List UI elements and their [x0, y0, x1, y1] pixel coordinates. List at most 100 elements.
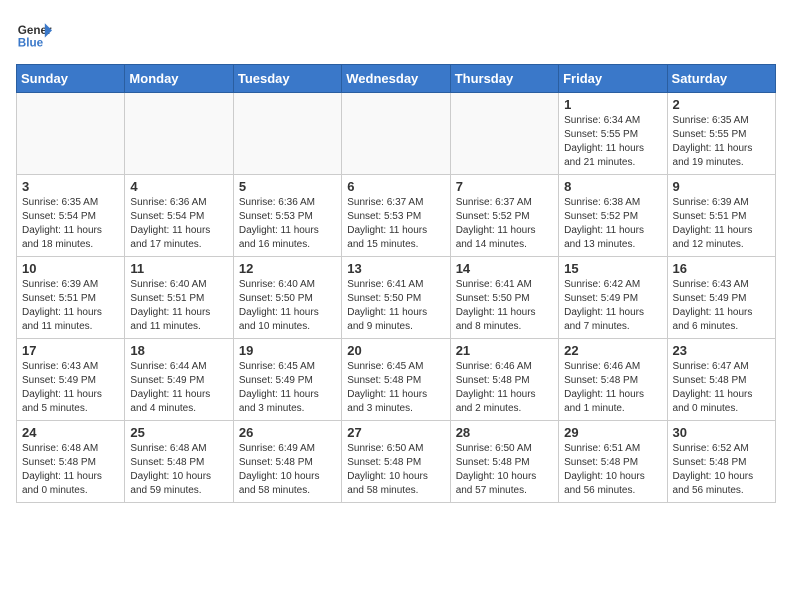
day-info: Sunrise: 6:39 AM Sunset: 5:51 PM Dayligh…: [22, 278, 119, 334]
weekday-header-monday: Monday: [125, 65, 233, 93]
calendar-cell: 30 Sunrise: 6:52 AM Sunset: 5:48 PM Dayli…: [667, 421, 775, 503]
day-number: 9: [673, 179, 770, 194]
day-info: Sunrise: 6:43 AM Sunset: 5:49 PM Dayligh…: [673, 278, 770, 334]
day-number: 19: [239, 343, 336, 358]
calendar-cell: 1Sunrise: 6:34 AM Sunset: 5:55 PM Daylig…: [559, 93, 667, 175]
calendar-cell: 20 Sunrise: 6:45 AM Sunset: 5:48 PM Dayli…: [342, 339, 450, 421]
day-number: 17: [22, 343, 119, 358]
day-info: Sunrise: 6:45 AM Sunset: 5:48 PM Dayligh…: [347, 360, 444, 416]
day-number: 21: [456, 343, 553, 358]
calendar-cell: 19 Sunrise: 6:45 AM Sunset: 5:49 PM Dayli…: [233, 339, 341, 421]
weekday-header-saturday: Saturday: [667, 65, 775, 93]
calendar-cell: 12 Sunrise: 6:40 AM Sunset: 5:50 PM Dayli…: [233, 257, 341, 339]
day-info: Sunrise: 6:50 AM Sunset: 5:48 PM Dayligh…: [456, 442, 553, 498]
day-number: 8: [564, 179, 661, 194]
day-number: 13: [347, 261, 444, 276]
calendar-cell: 29 Sunrise: 6:51 AM Sunset: 5:48 PM Dayli…: [559, 421, 667, 503]
day-info: Sunrise: 6:49 AM Sunset: 5:48 PM Dayligh…: [239, 442, 336, 498]
day-info: Sunrise: 6:41 AM Sunset: 5:50 PM Dayligh…: [347, 278, 444, 334]
day-number: 10: [22, 261, 119, 276]
calendar-cell: 16 Sunrise: 6:43 AM Sunset: 5:49 PM Dayli…: [667, 257, 775, 339]
calendar-cell: [17, 93, 125, 175]
calendar-cell: 11Sunrise: 6:40 AM Sunset: 5:51 PM Dayli…: [125, 257, 233, 339]
logo: General Blue: [16, 16, 52, 52]
day-info: Sunrise: 6:39 AM Sunset: 5:51 PM Dayligh…: [673, 196, 770, 252]
day-number: 20: [347, 343, 444, 358]
day-info: Sunrise: 6:48 AM Sunset: 5:48 PM Dayligh…: [22, 442, 119, 498]
weekday-header-wednesday: Wednesday: [342, 65, 450, 93]
calendar-cell: 13 Sunrise: 6:41 AM Sunset: 5:50 PM Dayli…: [342, 257, 450, 339]
calendar-week-3: 10 Sunrise: 6:39 AM Sunset: 5:51 PM Dayli…: [17, 257, 776, 339]
day-number: 6: [347, 179, 444, 194]
day-info: Sunrise: 6:40 AM Sunset: 5:50 PM Dayligh…: [239, 278, 336, 334]
day-number: 5: [239, 179, 336, 194]
day-info: Sunrise: 6:51 AM Sunset: 5:48 PM Dayligh…: [564, 442, 661, 498]
calendar-cell: 17 Sunrise: 6:43 AM Sunset: 5:49 PM Dayli…: [17, 339, 125, 421]
day-number: 29: [564, 425, 661, 440]
day-info: Sunrise: 6:34 AM Sunset: 5:55 PM Dayligh…: [564, 114, 661, 170]
day-info: Sunrise: 6:41 AM Sunset: 5:50 PM Dayligh…: [456, 278, 553, 334]
calendar-cell: 27 Sunrise: 6:50 AM Sunset: 5:48 PM Dayli…: [342, 421, 450, 503]
calendar-week-4: 17 Sunrise: 6:43 AM Sunset: 5:49 PM Dayli…: [17, 339, 776, 421]
day-number: 26: [239, 425, 336, 440]
calendar-cell: 10 Sunrise: 6:39 AM Sunset: 5:51 PM Dayli…: [17, 257, 125, 339]
calendar-cell: 14 Sunrise: 6:41 AM Sunset: 5:50 PM Dayli…: [450, 257, 558, 339]
weekday-header-friday: Friday: [559, 65, 667, 93]
day-info: Sunrise: 6:43 AM Sunset: 5:49 PM Dayligh…: [22, 360, 119, 416]
day-info: Sunrise: 6:44 AM Sunset: 5:49 PM Dayligh…: [130, 360, 227, 416]
day-info: Sunrise: 6:36 AM Sunset: 5:53 PM Dayligh…: [239, 196, 336, 252]
day-info: Sunrise: 6:46 AM Sunset: 5:48 PM Dayligh…: [564, 360, 661, 416]
day-number: 12: [239, 261, 336, 276]
day-number: 22: [564, 343, 661, 358]
calendar-cell: 23 Sunrise: 6:47 AM Sunset: 5:48 PM Dayli…: [667, 339, 775, 421]
calendar-cell: [125, 93, 233, 175]
day-number: 11: [130, 261, 227, 276]
calendar-cell: 15Sunrise: 6:42 AM Sunset: 5:49 PM Dayli…: [559, 257, 667, 339]
weekday-header-sunday: Sunday: [17, 65, 125, 93]
day-info: Sunrise: 6:35 AM Sunset: 5:54 PM Dayligh…: [22, 196, 119, 252]
day-info: Sunrise: 6:35 AM Sunset: 5:55 PM Dayligh…: [673, 114, 770, 170]
calendar-cell: 2 Sunrise: 6:35 AM Sunset: 5:55 PM Daylig…: [667, 93, 775, 175]
logo-icon: General Blue: [16, 16, 52, 52]
day-info: Sunrise: 6:46 AM Sunset: 5:48 PM Dayligh…: [456, 360, 553, 416]
calendar-cell: 6Sunrise: 6:37 AM Sunset: 5:53 PM Daylig…: [342, 175, 450, 257]
calendar-cell: 3 Sunrise: 6:35 AM Sunset: 5:54 PM Daylig…: [17, 175, 125, 257]
day-number: 30: [673, 425, 770, 440]
day-number: 18: [130, 343, 227, 358]
day-number: 2: [673, 97, 770, 112]
weekday-header-tuesday: Tuesday: [233, 65, 341, 93]
calendar-cell: 28 Sunrise: 6:50 AM Sunset: 5:48 PM Dayli…: [450, 421, 558, 503]
day-number: 24: [22, 425, 119, 440]
day-number: 7: [456, 179, 553, 194]
day-number: 14: [456, 261, 553, 276]
day-info: Sunrise: 6:52 AM Sunset: 5:48 PM Dayligh…: [673, 442, 770, 498]
calendar-cell: 4Sunrise: 6:36 AM Sunset: 5:54 PM Daylig…: [125, 175, 233, 257]
day-info: Sunrise: 6:42 AM Sunset: 5:49 PM Dayligh…: [564, 278, 661, 334]
calendar-cell: 8 Sunrise: 6:38 AM Sunset: 5:52 PM Daylig…: [559, 175, 667, 257]
calendar-cell: 5 Sunrise: 6:36 AM Sunset: 5:53 PM Daylig…: [233, 175, 341, 257]
calendar-cell: 24 Sunrise: 6:48 AM Sunset: 5:48 PM Dayli…: [17, 421, 125, 503]
calendar-cell: 7 Sunrise: 6:37 AM Sunset: 5:52 PM Daylig…: [450, 175, 558, 257]
calendar-cell: 25 Sunrise: 6:48 AM Sunset: 5:48 PM Dayli…: [125, 421, 233, 503]
day-info: Sunrise: 6:37 AM Sunset: 5:52 PM Dayligh…: [456, 196, 553, 252]
day-info: Sunrise: 6:47 AM Sunset: 5:48 PM Dayligh…: [673, 360, 770, 416]
day-info: Sunrise: 6:45 AM Sunset: 5:49 PM Dayligh…: [239, 360, 336, 416]
calendar-cell: [233, 93, 341, 175]
calendar-cell: 26 Sunrise: 6:49 AM Sunset: 5:48 PM Dayli…: [233, 421, 341, 503]
day-number: 27: [347, 425, 444, 440]
header: General Blue: [16, 16, 776, 52]
day-info: Sunrise: 6:38 AM Sunset: 5:52 PM Dayligh…: [564, 196, 661, 252]
day-number: 16: [673, 261, 770, 276]
day-number: 3: [22, 179, 119, 194]
weekday-header-thursday: Thursday: [450, 65, 558, 93]
weekday-header-row: SundayMondayTuesdayWednesdayThursdayFrid…: [17, 65, 776, 93]
day-number: 28: [456, 425, 553, 440]
day-number: 23: [673, 343, 770, 358]
calendar-cell: 22 Sunrise: 6:46 AM Sunset: 5:48 PM Dayli…: [559, 339, 667, 421]
calendar-cell: [450, 93, 558, 175]
calendar-cell: 9 Sunrise: 6:39 AM Sunset: 5:51 PM Daylig…: [667, 175, 775, 257]
calendar-table: SundayMondayTuesdayWednesdayThursdayFrid…: [16, 64, 776, 503]
day-info: Sunrise: 6:50 AM Sunset: 5:48 PM Dayligh…: [347, 442, 444, 498]
day-number: 25: [130, 425, 227, 440]
day-info: Sunrise: 6:48 AM Sunset: 5:48 PM Dayligh…: [130, 442, 227, 498]
